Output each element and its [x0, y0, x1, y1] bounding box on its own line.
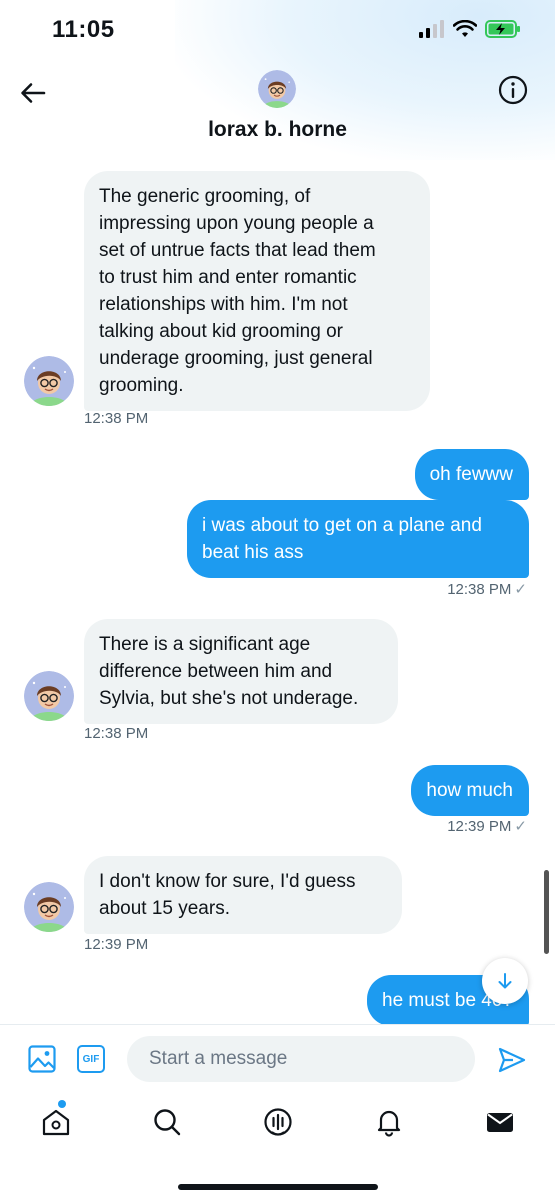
- message-line: underage grooming, just general: [99, 348, 373, 369]
- message-line: impressing upon young people a: [99, 213, 374, 234]
- message-bubble-outgoing[interactable]: oh fewww: [414, 449, 529, 500]
- message-timestamp: 12:38 PM: [84, 410, 149, 427]
- message-bubble-incoming[interactable]: There is a significant age difference be…: [84, 619, 398, 724]
- sender-avatar[interactable]: [24, 356, 74, 406]
- notification-dot: [58, 1100, 66, 1108]
- sent-check-icon: ✓: [514, 581, 527, 598]
- sender-avatar[interactable]: [24, 671, 74, 721]
- message-time-text: 12:39 PM: [447, 818, 512, 835]
- status-time: 11:05: [52, 16, 115, 43]
- message-timestamp: 12:39 PM: [84, 936, 149, 953]
- message-line: grooming.: [99, 375, 184, 396]
- page-title[interactable]: lorax b. horne: [0, 118, 555, 142]
- message-line: There is a significant age: [99, 634, 311, 655]
- message-line: i was about to get on a plane and: [202, 515, 482, 536]
- message-list[interactable]: The generic grooming, of impressing upon…: [0, 156, 555, 1024]
- spaces-icon: [264, 1108, 292, 1136]
- tab-messages[interactable]: [484, 1106, 516, 1138]
- wifi-icon: [453, 20, 477, 37]
- tab-home[interactable]: [40, 1106, 72, 1138]
- message-line: beat his ass: [202, 542, 304, 563]
- message-bubble-outgoing[interactable]: how much: [411, 765, 529, 816]
- message-line: to trust him and enter romantic: [99, 267, 357, 288]
- message-timestamp: 12:39 PM ✓: [447, 817, 527, 835]
- notifications-icon: [377, 1110, 401, 1137]
- image-icon: [28, 1045, 56, 1073]
- message-line: I don't know for sure, I'd guess: [99, 871, 356, 892]
- home-icon: [42, 1109, 70, 1136]
- info-icon: [498, 75, 528, 105]
- message-time-text: 12:38 PM: [447, 581, 512, 598]
- status-icons: [419, 20, 521, 38]
- message-line: difference between him and: [99, 661, 333, 682]
- send-icon: [498, 1047, 526, 1073]
- scroll-to-bottom-button[interactable]: [482, 958, 528, 1004]
- scrollbar[interactable]: [544, 870, 549, 954]
- gif-icon: GIF: [82, 1053, 100, 1065]
- tab-spaces[interactable]: [262, 1106, 294, 1138]
- back-button[interactable]: [18, 78, 48, 108]
- tab-notifications[interactable]: [373, 1106, 405, 1138]
- message-timestamp: 12:38 PM: [84, 725, 149, 742]
- add-gif-button[interactable]: GIF: [77, 1045, 105, 1073]
- search-icon: [154, 1109, 181, 1136]
- arrow-left-icon: [21, 83, 46, 103]
- signal-icon: [419, 20, 444, 38]
- status-bar: 11:05: [0, 0, 555, 64]
- message-timestamp: 12:38 PM ✓: [447, 580, 527, 598]
- message-line: oh fewww: [429, 464, 513, 485]
- conversation-header: lorax b. horne: [0, 64, 555, 156]
- home-indicator: [178, 1184, 378, 1190]
- message-input[interactable]: [127, 1036, 475, 1082]
- header-avatar[interactable]: [258, 70, 296, 108]
- messages-icon: [487, 1113, 513, 1132]
- tab-search[interactable]: [151, 1106, 183, 1138]
- message-line: set of untrue facts that lead them: [99, 240, 376, 261]
- bottom-tab-bar: [0, 1096, 555, 1200]
- message-line: Sylvia, but she's not underage.: [99, 688, 359, 709]
- message-line: relationships with him. I'm not: [99, 294, 348, 315]
- message-bubble-incoming[interactable]: I don't know for sure, I'd guess about 1…: [84, 856, 402, 934]
- conversation-info-button[interactable]: [497, 74, 529, 106]
- sender-avatar[interactable]: [24, 882, 74, 932]
- message-bubble-outgoing[interactable]: i was about to get on a plane and beat h…: [187, 500, 529, 578]
- message-line: The generic grooming, of: [99, 186, 311, 207]
- send-button[interactable]: [497, 1045, 527, 1075]
- message-line: about 15 years.: [99, 898, 230, 919]
- add-photo-button[interactable]: [28, 1045, 56, 1073]
- arrow-down-icon: [498, 973, 512, 989]
- message-line: talking about kid grooming or: [99, 321, 343, 342]
- battery-charging-icon: [485, 20, 520, 38]
- sent-check-icon: ✓: [514, 818, 527, 835]
- message-bubble-incoming[interactable]: The generic grooming, of impressing upon…: [84, 171, 430, 411]
- message-line: how much: [426, 780, 513, 801]
- message-composer: GIF: [0, 1024, 555, 1096]
